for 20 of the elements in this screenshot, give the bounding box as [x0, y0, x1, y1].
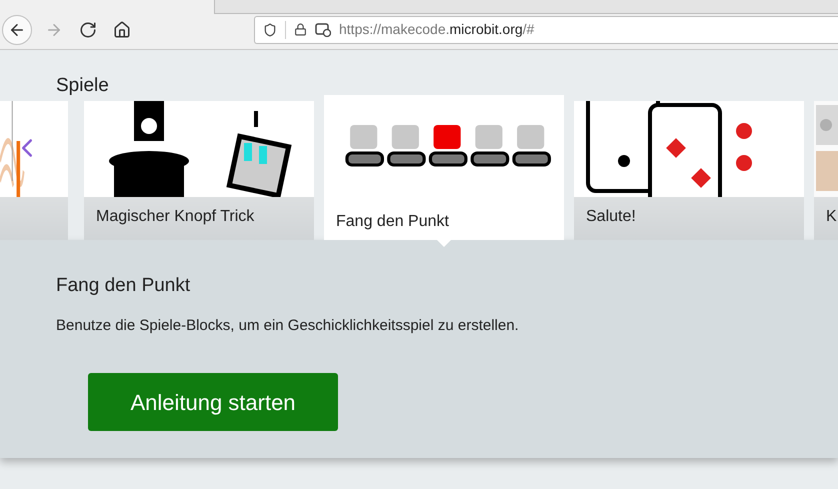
card-title: Fang den Punkt: [336, 213, 449, 230]
card-title: K: [826, 208, 837, 225]
card-title: Salute!: [586, 208, 636, 225]
address-bar[interactable]: https://makecode.microbit.org/#: [254, 16, 838, 44]
details-title: Fang den Punkt: [56, 274, 190, 298]
game-card[interactable]: Salute!: [574, 101, 804, 240]
lock-icon: [294, 23, 307, 36]
game-card[interactable]: [0, 101, 68, 240]
shield-icon: [263, 22, 277, 36]
section-title: Spiele: [56, 75, 109, 96]
home-icon: [113, 20, 131, 38]
details-description: Benutze die Spiele-Blocks, um ein Geschicklichkeitsspiel zu erstellen.: [56, 316, 519, 336]
pointer-arrow: [436, 239, 452, 247]
start-tutorial-button[interactable]: Anleitung starten: [88, 373, 338, 431]
back-button[interactable]: [2, 14, 32, 44]
url-text: https://makecode.microbit.org/#: [339, 20, 534, 39]
card-title: Magischer Knopf Trick: [96, 208, 254, 225]
game-card[interactable]: Magischer Knopf Trick: [84, 101, 314, 240]
reload-icon: [79, 20, 97, 38]
permissions-icon: [315, 22, 331, 36]
